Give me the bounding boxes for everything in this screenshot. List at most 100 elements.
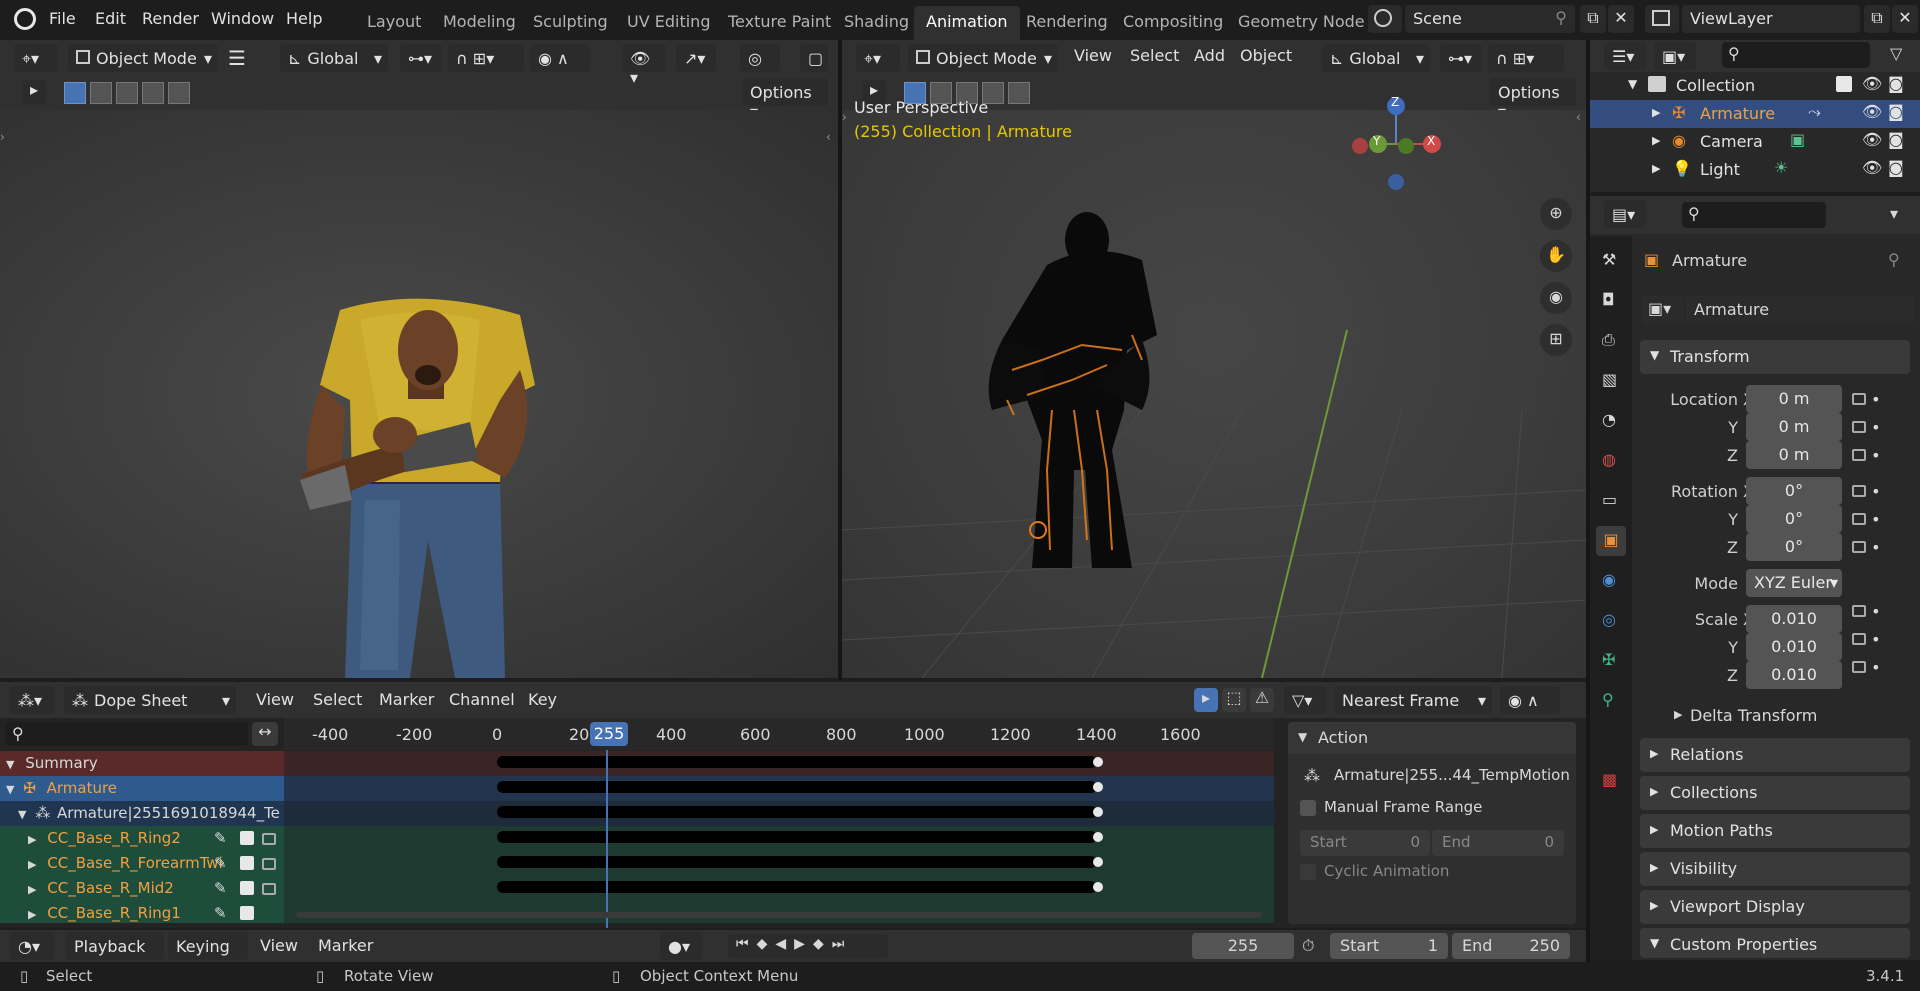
tab-sculpting[interactable]: Sculpting <box>533 12 608 31</box>
channel-row-armature[interactable]: ▼ ✠ Armature <box>0 776 284 801</box>
scale-z-field[interactable]: 0.010 <box>1746 661 1842 689</box>
lock-icon[interactable] <box>1852 421 1866 433</box>
menu-channel[interactable]: Channel <box>449 690 515 709</box>
blender-logo-icon[interactable] <box>14 8 36 30</box>
expand-arrow-icon[interactable]: ▼ <box>6 783 14 796</box>
animate-dot-icon[interactable]: • <box>1871 510 1880 529</box>
pivot-point-button[interactable]: ⊶▾ <box>400 44 442 72</box>
keyframe-end-dot[interactable] <box>1093 782 1103 792</box>
lock-icon[interactable] <box>1852 541 1866 553</box>
current-frame-indicator[interactable]: 255 <box>590 722 628 746</box>
cyclic-checkbox[interactable] <box>1300 864 1316 880</box>
pivot-point-button[interactable]: ⊶▾ <box>1440 44 1482 72</box>
gizmo-button[interactable]: ↗▾ <box>676 44 716 72</box>
object-data-tab-icon[interactable]: ⚲ <box>1602 690 1614 709</box>
channel-row-bone[interactable]: ▶ CC_Base_R_Mid2 ✎ <box>0 876 284 901</box>
tab-animation[interactable]: Animation <box>914 6 1020 40</box>
menu-edit[interactable]: Edit <box>95 9 126 28</box>
world-tab-icon[interactable]: ◍ <box>1602 450 1616 469</box>
next-keyframe-icon[interactable]: ◆ <box>813 936 832 952</box>
eye-icon[interactable]: 👁 <box>1862 158 1882 177</box>
lock-icon[interactable] <box>1852 633 1866 645</box>
zoom-icon[interactable]: ⊕ <box>1540 198 1572 230</box>
visibility-button[interactable]: 👁▾ <box>622 44 666 87</box>
action-start-field[interactable]: Start 0 <box>1300 830 1430 856</box>
toolbar-collapse-arrow-icon[interactable]: › <box>0 130 5 144</box>
object-mode-dropdown[interactable]: Object Mode ▾ <box>68 44 218 72</box>
menu-render[interactable]: Render <box>142 9 199 28</box>
scene-name-field[interactable]: Scene ⚲ <box>1405 5 1575 33</box>
texture-tab-icon[interactable]: ▩ <box>1602 770 1617 789</box>
expand-arrow-icon[interactable]: ▶ <box>1652 106 1660 119</box>
camera-render-icon[interactable]: ◙ <box>1888 158 1904 177</box>
channel-search-input[interactable]: ⚲ <box>6 722 248 746</box>
camera-render-icon[interactable]: ◙ <box>1888 74 1904 93</box>
eye-icon[interactable]: 👁 <box>1862 130 1882 149</box>
outliner-row-light[interactable]: ▶ 💡 Light ☀ 👁 ◙ <box>1590 156 1920 184</box>
playback-dropdown[interactable]: Playback ▾ <box>66 932 164 975</box>
menu-key[interactable]: Key <box>528 690 557 709</box>
modifier-tab-icon[interactable]: ◉ <box>1602 570 1616 589</box>
select-invert-icon[interactable] <box>1008 82 1030 104</box>
menu-marker[interactable]: Marker <box>379 690 434 709</box>
lock-icon[interactable] <box>1852 513 1866 525</box>
menu-select[interactable]: Select <box>313 690 362 709</box>
current-frame-field[interactable]: 255 <box>1192 933 1294 959</box>
jump-start-icon[interactable]: ⏮ <box>736 936 757 952</box>
show-hidden-icon[interactable]: ⬚ <box>1222 688 1246 712</box>
options-dropdown-left[interactable]: Options ▾ <box>742 78 828 121</box>
keyframe-hold-bar[interactable] <box>497 756 1097 768</box>
editor-type-button[interactable]: ⌖▾ <box>14 44 58 72</box>
tab-compositing[interactable]: Compositing <box>1123 12 1223 31</box>
wrench-icon[interactable]: ✎ <box>214 904 227 922</box>
outliner-row-camera[interactable]: ▶ ◉ Camera ▣ 👁 ◙ <box>1590 128 1920 156</box>
lock-icon[interactable] <box>262 831 276 849</box>
physics-tab-icon[interactable]: ◎ <box>1602 610 1616 629</box>
overlays-button[interactable]: ◎ <box>740 44 780 72</box>
eye-icon[interactable]: 👁 <box>1862 74 1882 93</box>
dope-sheet-mode-dropdown[interactable]: ⁂ Dope Sheet ▾ <box>64 686 236 714</box>
scene-selector-button[interactable] <box>1368 5 1402 33</box>
pin-icon[interactable]: ⚲ <box>1888 250 1900 269</box>
keyframe-hold-bar[interactable] <box>497 831 1097 843</box>
light-data-icon[interactable]: ☀ <box>1774 158 1788 177</box>
render-tab-icon[interactable]: ◘ <box>1602 290 1615 309</box>
keyframe-end-dot[interactable] <box>1093 857 1103 867</box>
output-tab-icon[interactable]: ⎙ <box>1602 330 1615 350</box>
expand-arrow-icon[interactable]: ▶ <box>28 908 36 921</box>
tab-uv-editing[interactable]: UV Editing <box>627 12 710 31</box>
select-new-icon[interactable] <box>64 82 86 104</box>
keyframe-hold-bar[interactable] <box>497 856 1097 868</box>
custom-properties-panel-header[interactable]: ▼ Custom Properties <box>1640 928 1910 958</box>
menu-marker[interactable]: Marker <box>318 936 373 955</box>
menu-file[interactable]: File <box>49 9 76 28</box>
outliner-row-collection[interactable]: ▼ Collection 👁 ◙ <box>1590 72 1920 100</box>
select-invert-icon[interactable] <box>168 82 190 104</box>
expand-arrow-icon[interactable]: ▼ <box>1628 77 1637 91</box>
menu-help[interactable]: Help <box>286 9 322 28</box>
chevron-down-icon[interactable]: ▾ <box>1890 204 1898 223</box>
outliner-search-input[interactable]: ⚲ <box>1722 42 1870 68</box>
location-x-field[interactable]: 0 m <box>1746 385 1842 413</box>
scale-y-field[interactable]: 0.010 <box>1746 633 1842 661</box>
keyframe-hold-bar[interactable] <box>497 781 1097 793</box>
playhead-line[interactable] <box>606 750 608 928</box>
camera-view-icon[interactable]: ◉ <box>1540 282 1572 314</box>
animate-dot-icon[interactable]: • <box>1871 390 1880 409</box>
tab-layout[interactable]: Layout <box>367 12 421 31</box>
xray-button[interactable]: ▢ <box>800 44 828 72</box>
editor-type-button[interactable]: ▤▾ <box>1604 200 1646 228</box>
expand-arrow-icon[interactable]: ▼ <box>6 758 14 771</box>
visibility-panel-header[interactable]: ▶ Visibility <box>1640 852 1910 886</box>
channel-row-action[interactable]: ▼ ⁂ Armature|2551691018944_Te <box>0 801 284 826</box>
scene-tab-icon[interactable]: ◔ <box>1602 410 1616 429</box>
filter-icon[interactable]: ▽ <box>1890 44 1902 63</box>
menu-view[interactable]: View <box>256 690 294 709</box>
location-y-field[interactable]: 0 m <box>1746 413 1842 441</box>
checkbox-icon[interactable] <box>1836 76 1852 92</box>
editor-type-button[interactable]: ⌖▾ <box>856 44 900 72</box>
collections-panel-header[interactable]: ▶ Collections <box>1640 776 1910 810</box>
checkbox-icon[interactable] <box>240 906 254 920</box>
sidebar-collapse-arrow-icon[interactable]: ‹ <box>1576 110 1581 124</box>
animate-dot-icon[interactable]: • <box>1871 658 1880 677</box>
